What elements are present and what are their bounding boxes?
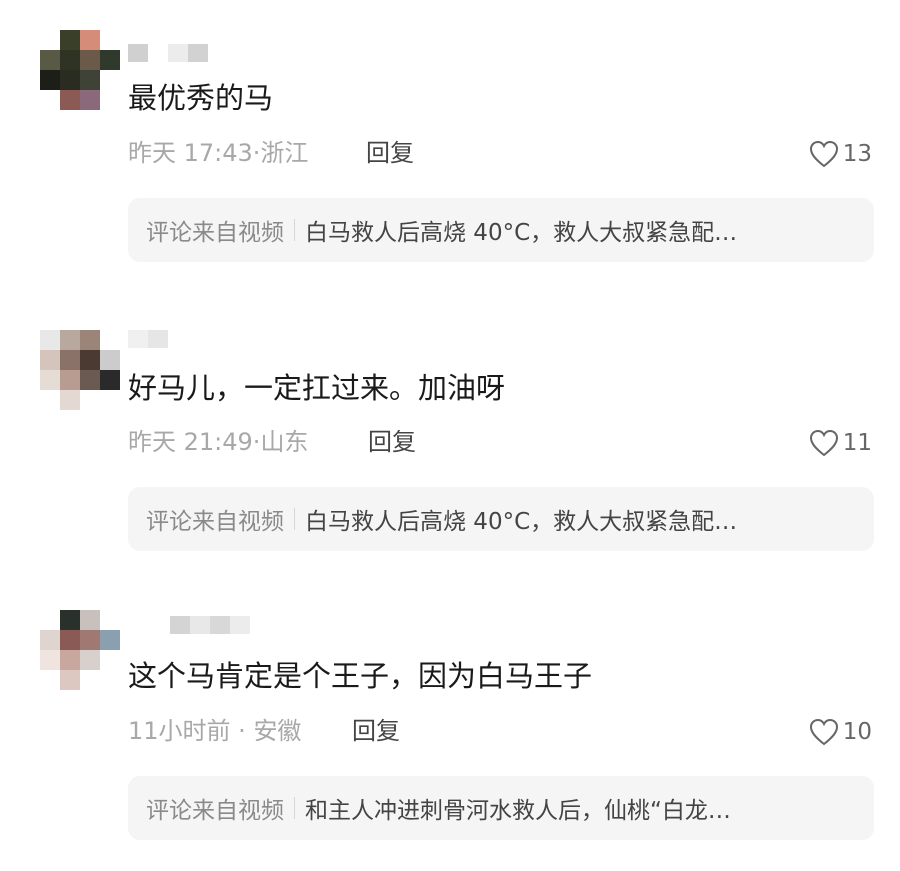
- avatar-pixel: [100, 650, 120, 670]
- avatar-pixel: [60, 670, 80, 690]
- username[interactable]: [170, 616, 250, 636]
- avatar-pixel: [80, 630, 100, 650]
- avatar-pixel: [40, 610, 60, 630]
- avatar-pixel: [100, 670, 120, 690]
- avatar-pixel: [80, 610, 100, 630]
- comment-location: 安徽: [253, 717, 302, 745]
- avatar-pixel: [80, 650, 100, 670]
- like-button[interactable]: 10: [809, 717, 872, 747]
- avatar-pixel: [40, 650, 60, 670]
- avatar-pixel: [40, 630, 60, 650]
- meta-dot: ·: [230, 717, 254, 745]
- avatar-pixel: [80, 670, 100, 690]
- avatar-pixel: [100, 630, 120, 650]
- reply-button[interactable]: 回复: [352, 716, 400, 746]
- username-pixel: [170, 616, 190, 634]
- divider: [294, 797, 295, 819]
- username-pixel: [190, 616, 210, 634]
- heart-icon: [809, 718, 839, 746]
- source-title: 和主人冲进刺骨河水救人后，仙桃“白龙…: [305, 798, 731, 824]
- comment-time: 11小时前: [128, 717, 231, 745]
- avatar-pixel: [60, 650, 80, 670]
- source-label: 评论来自视频: [146, 798, 284, 824]
- avatar-pixel: [60, 630, 80, 650]
- source-video-card[interactable]: 评论来自视频 和主人冲进刺骨河水救人后，仙桃“白龙…: [128, 776, 874, 840]
- avatar-pixel: [60, 610, 80, 630]
- comment-item: 这个马肯定是个王子，因为白马王子 11小时前 · 安徽 回复 10 评论来自视频…: [0, 0, 900, 871]
- like-count: 10: [842, 719, 872, 745]
- avatar-pixel: [40, 670, 60, 690]
- username-pixel: [230, 616, 250, 634]
- username-pixel: [210, 616, 230, 634]
- comment-text: 这个马肯定是个王子，因为白马王子: [128, 659, 593, 693]
- avatar[interactable]: [40, 610, 120, 690]
- avatar-pixel: [100, 610, 120, 630]
- comment-meta: 11小时前 · 安徽: [128, 716, 301, 746]
